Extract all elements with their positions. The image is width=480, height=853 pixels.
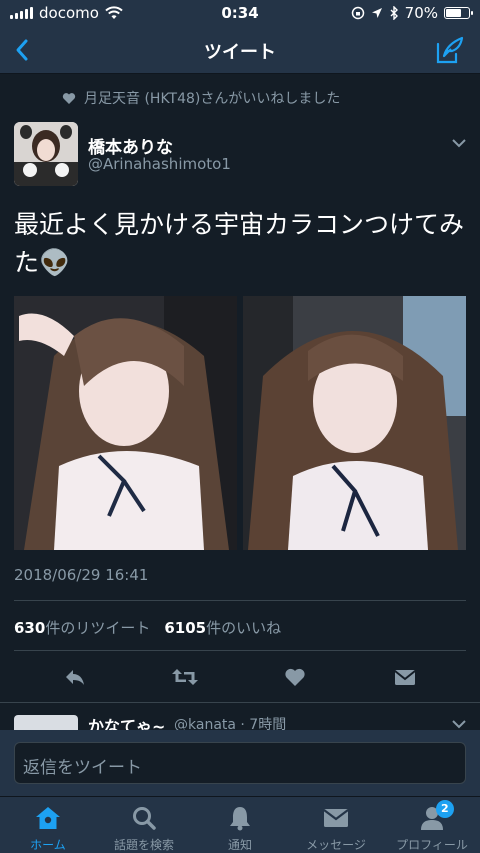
tab-label: ホーム — [30, 838, 66, 852]
battery-percent: 70% — [404, 4, 438, 22]
divider — [14, 600, 466, 601]
location-arrow-icon — [371, 8, 382, 18]
retweet-count-value: 630 — [14, 619, 46, 637]
heart-small-icon — [62, 92, 76, 104]
retweet-count-label: 件のリツイート — [45, 619, 151, 637]
battery-icon — [444, 7, 473, 19]
tab-label: 通知 — [227, 838, 252, 852]
search-icon — [133, 807, 156, 830]
author-handle[interactable]: @Arinahashimoto1 — [88, 155, 231, 173]
author-avatar[interactable] — [14, 122, 78, 186]
envelope-icon — [323, 809, 349, 827]
battery-level-fill — [446, 9, 462, 17]
retweet-icon — [172, 669, 198, 685]
home-icon — [36, 807, 60, 829]
status-bar: docomo 0:34 70% — [0, 0, 480, 26]
chevron-down-icon[interactable] — [452, 138, 466, 148]
like-count[interactable]: 6105件のいいね — [164, 617, 281, 638]
tab-label: プロフィール — [396, 838, 468, 852]
tab-messages[interactable]: メッセージ — [288, 797, 384, 853]
social-context-text: 月足天音 (HKT48)さんがいいねしました — [84, 91, 341, 107]
tweet-text: 最近よく見かける宇宙カラコンつけてみた👽 — [14, 210, 465, 277]
bell-icon — [230, 807, 250, 831]
tab-profile[interactable]: プロフィール 2 — [384, 797, 480, 853]
page-title: ツイート — [204, 42, 276, 63]
status-bar-right: 70% — [351, 4, 473, 22]
reply-button[interactable] — [55, 660, 95, 694]
chevron-down-icon[interactable] — [452, 719, 466, 729]
tweet-actions — [0, 660, 480, 694]
tweet-photo-1[interactable] — [14, 296, 237, 550]
tweet-timestamp: 2018/06/29 16:41 — [14, 566, 149, 584]
divider — [14, 650, 466, 651]
like-heart-icon — [285, 668, 305, 686]
retweet-button[interactable] — [165, 660, 205, 694]
tab-label: 話題を検索 — [113, 838, 174, 852]
photo-image — [14, 296, 237, 550]
share-button[interactable] — [385, 660, 425, 694]
tab-label: メッセージ — [306, 838, 366, 852]
reply-icon — [66, 670, 84, 685]
photo-image — [243, 296, 466, 550]
reply-peek[interactable]: かなてゃ~ @kanata · 7時間 — [0, 703, 480, 733]
social-context: 月足天音 (HKT48)さんがいいねしました — [62, 88, 340, 108]
reply-bar: 返信をツイート — [0, 730, 480, 796]
tab-bar: ホーム 話題を検索 通知 メッセージ プロフィール 2 — [0, 796, 480, 853]
carrier-name: docomo — [39, 4, 99, 22]
share-message-icon — [394, 670, 416, 685]
tab-search[interactable]: 話題を検索 — [96, 797, 192, 853]
notification-badge: 2 — [435, 800, 454, 818]
tab-notifications[interactable]: 通知 — [192, 797, 288, 853]
engagement-counts: 630件のリツイート 6105件のいいね — [14, 617, 281, 638]
wifi-icon — [105, 6, 123, 19]
avatar-image — [14, 122, 78, 186]
signal-strength-icon — [10, 7, 33, 19]
compose-tweet-icon[interactable] — [434, 34, 466, 66]
like-count-label: 件のいいね — [206, 619, 282, 637]
tweet-photo-2[interactable] — [243, 296, 466, 550]
like-button[interactable] — [275, 660, 315, 694]
nav-bar: ツイート — [0, 26, 480, 74]
like-count-value: 6105 — [164, 619, 207, 637]
status-bar-left: docomo — [10, 4, 123, 22]
reply-input[interactable]: 返信をツイート — [14, 742, 466, 784]
bluetooth-icon — [390, 6, 398, 20]
tweet-photos — [14, 296, 466, 550]
tab-home[interactable]: ホーム — [0, 797, 96, 853]
orientation-lock-icon — [351, 6, 364, 20]
retweet-count[interactable]: 630件のリツイート — [14, 617, 150, 638]
